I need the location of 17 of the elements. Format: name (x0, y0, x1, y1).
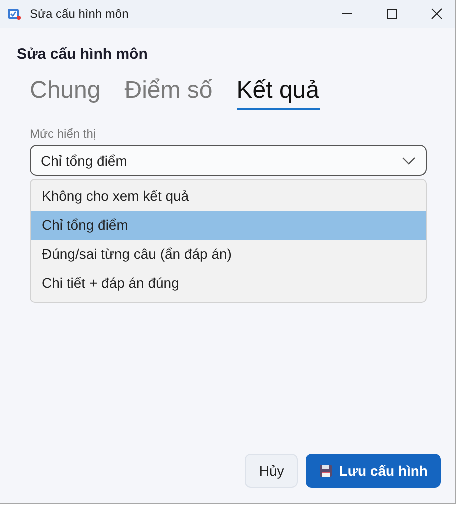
close-icon[interactable] (431, 8, 443, 20)
chevron-icon (402, 156, 416, 164)
save-button[interactable]: Lưu cấu hình (306, 454, 441, 488)
dropdown-option[interactable]: Chi tiết + đáp án đúng (31, 269, 426, 298)
app-icon (7, 7, 21, 21)
cancel-button[interactable]: Hủy (245, 454, 298, 488)
window-title: Sửa cấu hình môn (30, 7, 129, 21)
tab[interactable]: Chung (30, 77, 101, 110)
dropdown-option[interactable]: Đúng/sai từng câu (ẩn đáp án) (31, 240, 426, 269)
field-label: Mức hiển thị (30, 127, 98, 141)
maximize-icon[interactable] (386, 8, 398, 20)
dropdown-option[interactable]: Không cho xem kết quả (31, 182, 426, 211)
dialog-heading: Sửa cấu hình môn (17, 46, 149, 63)
dropdown-field[interactable]: Chỉ tổng điểm (30, 145, 427, 176)
dropdown-option[interactable]: Chỉ tổng điểm (31, 211, 426, 240)
tab[interactable]: Điểm số (124, 77, 213, 110)
tab[interactable]: Kết quả (236, 77, 320, 110)
